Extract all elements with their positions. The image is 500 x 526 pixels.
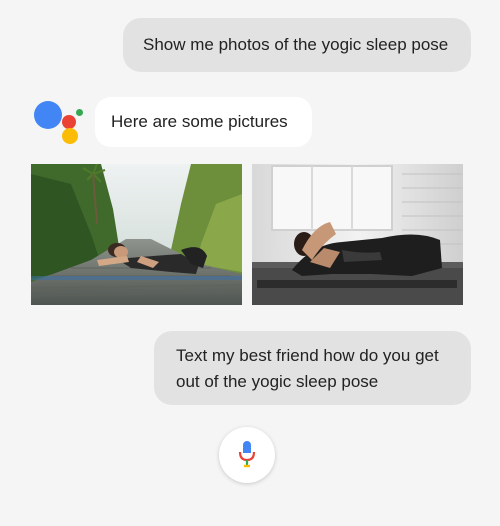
user-message-text-line-2: out of the yogic sleep pose — [176, 372, 379, 391]
yoga-photo-indoor-image — [252, 164, 463, 305]
assistant-dot-red — [62, 115, 76, 129]
user-message-text: Show me photos of the yogic sleep pose — [143, 35, 449, 54]
assistant-message-bubble: Here are some pictures — [95, 97, 312, 147]
assistant-dot-blue — [34, 101, 62, 129]
user-message-bubble-2: Text my best friend how do you get out o… — [154, 331, 471, 405]
yoga-photo-outdoor[interactable] — [31, 164, 242, 305]
yoga-photo-indoor[interactable] — [252, 164, 463, 305]
microphone-icon — [238, 441, 256, 468]
google-assistant-logo-icon — [34, 99, 86, 149]
assistant-dot-green — [76, 109, 83, 116]
assistant-message-text: Here are some pictures — [111, 112, 288, 131]
microphone-button[interactable] — [219, 427, 275, 483]
user-message-bubble: Show me photos of the yogic sleep pose — [123, 18, 471, 72]
user-message-text-line-1: Text my best friend how do you get — [176, 346, 439, 365]
yoga-photo-outdoor-image — [31, 164, 242, 305]
assistant-dot-yellow — [62, 128, 78, 144]
